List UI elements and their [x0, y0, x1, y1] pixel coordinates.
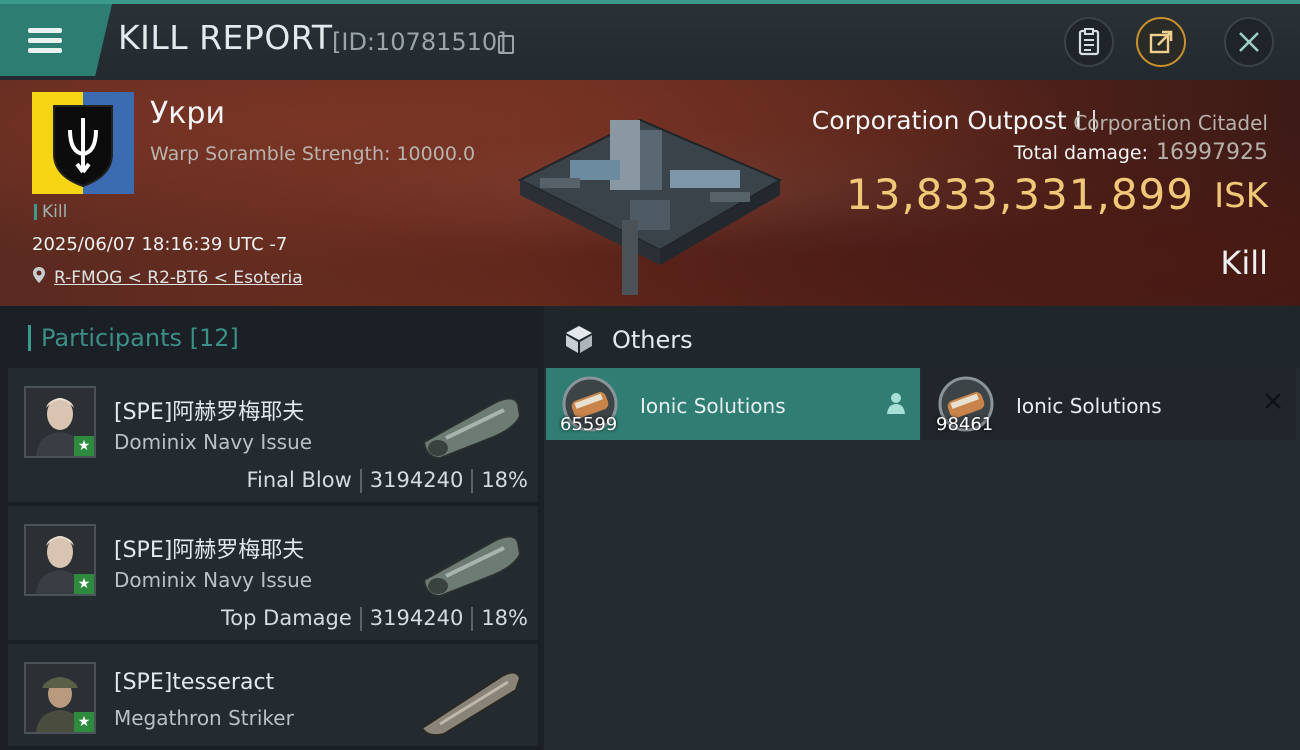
item-quantity: 98461 — [936, 414, 994, 435]
total-damage-label: Total damage: — [1013, 142, 1148, 164]
item-quantity: 65599 — [560, 414, 618, 435]
hamburger-icon — [28, 23, 62, 58]
close-button[interactable] — [1224, 17, 1274, 67]
avatar: ★ — [24, 662, 96, 734]
page-title: KILL REPORT — [118, 18, 333, 57]
target-ship-type: Corporation Citadel — [1073, 111, 1268, 135]
share-button[interactable] — [1136, 17, 1186, 67]
participant-card[interactable]: ★ [SPE]阿赫罗梅耶夫 Dominix Navy Issue Top Dam… — [8, 506, 538, 640]
participant-card[interactable]: ★ [SPE]tesseract Megathron Striker — [8, 644, 538, 746]
others-title: Others — [612, 326, 693, 354]
participant-card[interactable]: ★ [SPE]阿赫罗梅耶夫 Dominix Navy Issue Final B… — [8, 368, 538, 502]
isk-unit: ISK — [1214, 176, 1268, 216]
participants-title: Participants [12] — [28, 325, 239, 351]
star-icon: ★ — [74, 712, 94, 732]
participant-ship: Dominix Navy Issue — [114, 568, 313, 592]
cube-icon — [566, 326, 592, 353]
star-icon: ★ — [74, 574, 94, 594]
copy-id-icon[interactable] — [498, 35, 514, 54]
kill-result: Kill — [1220, 244, 1268, 282]
share-icon — [1149, 30, 1173, 54]
avatar: ★ — [24, 524, 96, 596]
others-item[interactable]: 98461 Ionic Solutions — [922, 368, 1296, 440]
close-icon — [1239, 32, 1259, 52]
participant-name: [SPE]阿赫罗梅耶夫 — [114, 538, 305, 563]
item-name: Ionic Solutions — [640, 394, 786, 418]
isk-value: 13,833,331,899 — [846, 170, 1194, 219]
clipboard-icon — [1078, 28, 1100, 56]
participant-stats: Final Blow 3194240 18% — [246, 468, 528, 493]
ship-image — [422, 397, 522, 460]
avatar: ★ — [24, 386, 96, 458]
corporation-logo[interactable] — [32, 92, 134, 194]
participant-name: [SPE]tesseract — [114, 670, 275, 695]
location-pin-icon — [33, 267, 45, 283]
kill-location-link[interactable]: R-FMOG < R2-BT6 < Esoteria — [54, 268, 303, 288]
participant-ship: Megathron Striker — [114, 706, 294, 730]
close-icon[interactable] — [1264, 392, 1282, 410]
participant-ship: Dominix Navy Issue — [114, 430, 313, 454]
total-damage-value: 16997925 — [1156, 140, 1268, 165]
warp-scramble-strength: Warp Soramble Strength: 10000.0 — [150, 143, 476, 165]
others-item[interactable]: 65599 Ionic Solutions — [546, 368, 920, 440]
participant-stats: Top Damage 3194240 18% — [221, 606, 528, 631]
ship-image — [420, 671, 522, 737]
target-ship-name: Corporation Outpost I — [811, 106, 1082, 135]
participant-name: [SPE]阿赫罗梅耶夫 — [114, 400, 305, 425]
kill-id: [ID:10781510] — [332, 28, 507, 56]
structure-image — [517, 118, 783, 295]
ship-image — [422, 535, 522, 598]
kill-datetime: 2025/06/07 18:16:39 UTC -7 — [32, 234, 288, 255]
kill-tag: Kill — [34, 204, 67, 221]
report-button[interactable] — [1064, 17, 1114, 67]
victim-name[interactable]: Укри — [150, 96, 225, 131]
person-icon[interactable] — [886, 392, 906, 414]
menu-button[interactable] — [0, 4, 112, 76]
star-icon: ★ — [74, 436, 94, 456]
item-name: Ionic Solutions — [1016, 394, 1162, 418]
